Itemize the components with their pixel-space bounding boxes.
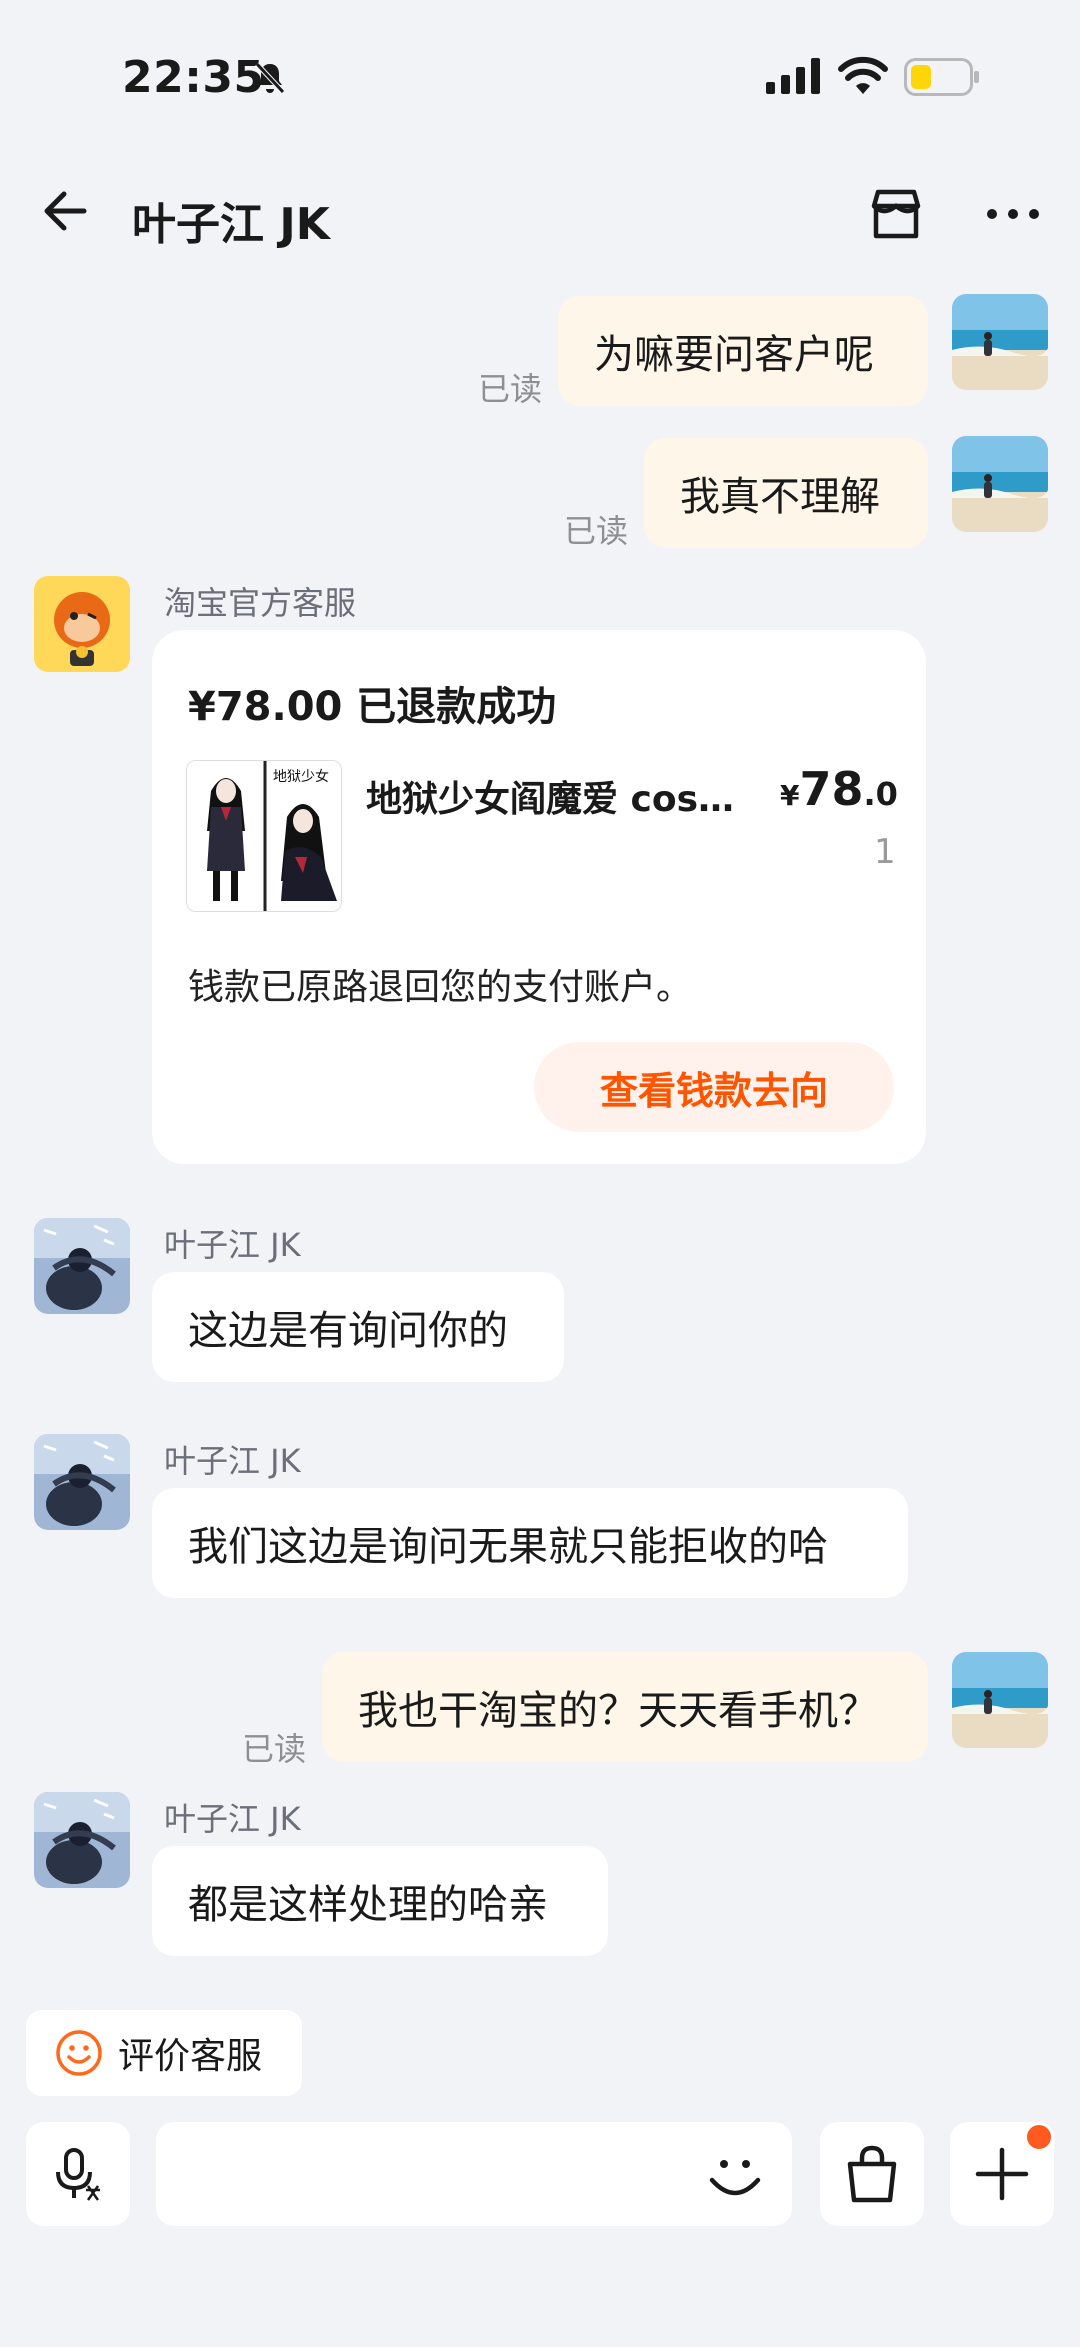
notification-dot (1024, 2122, 1054, 2152)
my-avatar[interactable] (952, 436, 1048, 532)
price-decimal: .0 (863, 775, 898, 813)
order-button[interactable] (820, 2122, 924, 2226)
sender-name: 叶子江 JK (164, 1800, 301, 1838)
product-name[interactable]: 地狱少女阎魔爱 cos… (366, 770, 736, 822)
seller-avatar[interactable] (34, 1792, 130, 1888)
price-currency: ¥ (780, 779, 800, 812)
sender-name: 淘宝官方客服 (164, 584, 357, 622)
refund-card[interactable]: ¥78.00 已退款成功 地狱少女 地狱少女阎魔爱 cos… ¥78.0 1 钱… (152, 630, 926, 1164)
rate-service-label: 评价客服 (118, 2036, 263, 2077)
my-message-bubble[interactable]: 我也干淘宝的？天天看手机？ (322, 1652, 928, 1762)
sender-name: 叶子江 JK (164, 1442, 301, 1480)
product-quantity: 1 (874, 832, 896, 872)
view-refund-destination-button[interactable]: 查看钱款去向 (534, 1042, 894, 1132)
product-price: ¥78.0 (780, 762, 898, 816)
refund-title: ¥78.00 已退款成功 (188, 684, 557, 730)
seller-message-bubble[interactable]: 都是这样处理的哈亲 (152, 1846, 608, 1956)
shop-icon[interactable] (866, 184, 926, 244)
seller-avatar[interactable] (34, 1434, 130, 1530)
status-time: 22:35 (122, 52, 265, 103)
seller-message-bubble[interactable]: 这边是有询问你的 (152, 1272, 564, 1382)
shopping-bag-icon (847, 2145, 897, 2203)
product-thumbnail[interactable]: 地狱少女 (186, 760, 342, 912)
rate-service-button[interactable]: 评价客服 (26, 2010, 302, 2096)
price-integer: 78 (799, 762, 864, 816)
message-input[interactable] (156, 2122, 792, 2226)
chat-title: 叶子江 JK (132, 199, 330, 250)
read-receipt: 已读 (564, 512, 629, 550)
sender-name: 叶子江 JK (164, 1226, 301, 1264)
read-receipt: 已读 (242, 1730, 307, 1768)
back-arrow-icon[interactable] (40, 184, 94, 238)
my-message-bubble[interactable]: 为嘛要问客户呢 (558, 296, 928, 406)
my-avatar[interactable] (952, 1652, 1048, 1748)
microphone-icon (56, 2148, 100, 2201)
voice-input-button[interactable] (26, 2122, 130, 2226)
wifi-icon (838, 56, 888, 94)
plus-icon (975, 2147, 1029, 2201)
smile-icon (56, 2030, 102, 2076)
seller-message-bubble[interactable]: 我们这边是询问无果就只能拒收的哈 (152, 1488, 908, 1598)
official-service-avatar[interactable] (34, 576, 130, 672)
emoji-icon[interactable] (700, 2140, 770, 2210)
battery-icon (904, 58, 979, 96)
more-options-icon[interactable] (986, 204, 1040, 224)
my-avatar[interactable] (952, 294, 1048, 390)
cell-signal-icon (766, 58, 820, 94)
read-receipt: 已读 (478, 370, 543, 408)
mute-bell-icon (255, 62, 285, 94)
seller-avatar[interactable] (34, 1218, 130, 1314)
thumbnail-caption: 地狱少女 (273, 768, 329, 785)
my-message-bubble[interactable]: 我真不理解 (644, 438, 928, 548)
refund-note: 钱款已原路退回您的支付账户。 (188, 967, 693, 1008)
